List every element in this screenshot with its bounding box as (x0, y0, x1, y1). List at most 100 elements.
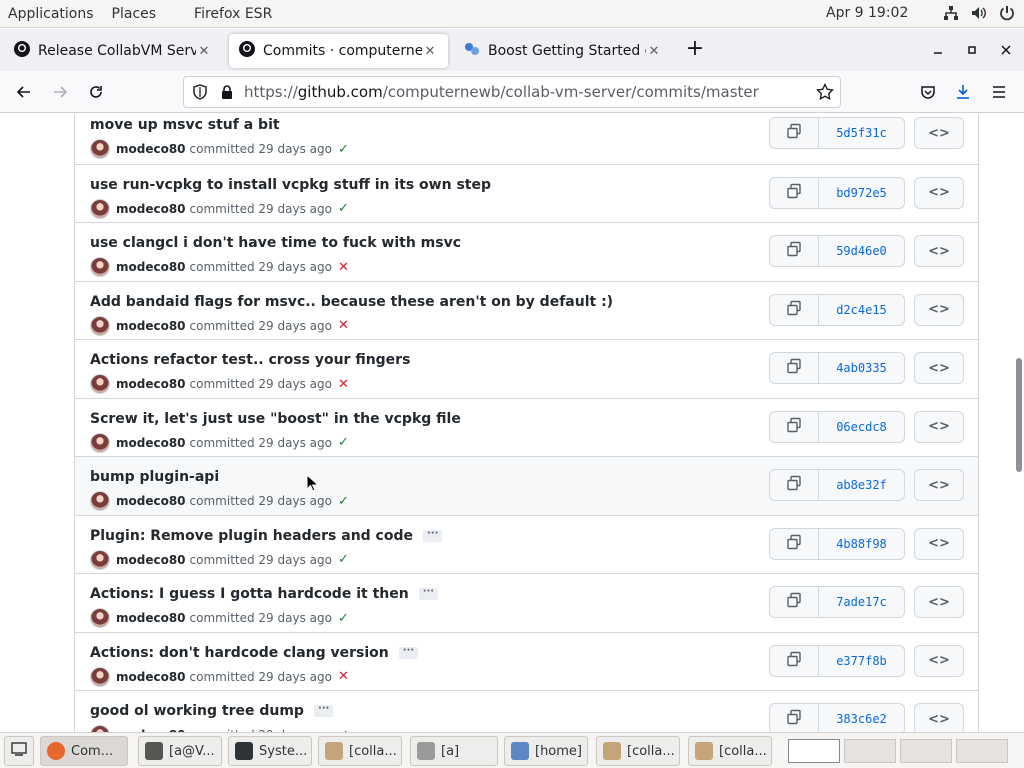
check-success-icon[interactable]: ✓ (338, 435, 349, 450)
author-link[interactable]: modeco80 (116, 553, 186, 567)
avatar[interactable] (90, 198, 110, 219)
author-link[interactable]: modeco80 (116, 611, 186, 625)
author-link[interactable]: modeco80 (116, 202, 186, 216)
taskbar-window-button[interactable]: [colla... (596, 736, 680, 766)
commit-sha-link[interactable]: e377f8b (819, 644, 905, 677)
scrollbar[interactable] (1012, 114, 1024, 732)
taskbar-window-button[interactable]: [colla... (318, 736, 402, 766)
copy-sha-button[interactable] (769, 703, 819, 732)
tab-boost-getting-started[interactable]: Boost Getting Started on ✕ (454, 34, 672, 68)
commit-sha-link[interactable]: 4b88f98 (819, 527, 905, 560)
expand-description-button[interactable]: ··· (398, 645, 419, 659)
scrollbar-thumb[interactable] (1016, 358, 1022, 472)
expand-description-button[interactable]: ··· (313, 704, 334, 717)
avatar[interactable] (90, 374, 110, 394)
maximize-window-icon[interactable] (962, 40, 982, 60)
url-text[interactable]: https://github.com/computernewb/collab-v… (244, 83, 759, 101)
commit-row[interactable]: use run-vcpkg to install vcpkg stuff in … (75, 163, 978, 222)
avatar[interactable] (90, 608, 110, 628)
commit-row[interactable]: use clangcl i don't have time to fuck wi… (75, 222, 978, 281)
commit-message-link[interactable]: use clangcl i don't have time to fuck wi… (90, 235, 461, 251)
expand-description-button[interactable]: ··· (418, 587, 439, 600)
network-icon[interactable] (942, 4, 960, 22)
bookmark-star-icon[interactable] (816, 82, 834, 105)
check-failure-icon[interactable]: ✕ (338, 669, 349, 684)
browse-repository-button[interactable]: <> (914, 117, 964, 149)
commit-sha-link[interactable]: d2c4e15 (819, 293, 905, 326)
avatar[interactable] (90, 432, 110, 453)
downloads-icon[interactable] (951, 80, 975, 104)
commit-message-link[interactable]: Actions: I guess I gotta hardcode it the… (90, 586, 409, 602)
workspace-3[interactable] (900, 739, 952, 763)
applications-menu[interactable]: Applications (0, 6, 112, 22)
copy-sha-button[interactable] (769, 117, 819, 149)
check-success-icon[interactable]: ✓ (338, 611, 349, 626)
commit-message-link[interactable]: Actions: don't hardcode clang version (90, 645, 389, 661)
taskbar-window-button[interactable]: [a] (410, 736, 498, 766)
avatar[interactable] (90, 666, 110, 687)
check-success-icon[interactable]: ✓ (338, 494, 349, 509)
check-success-icon[interactable]: ✓ (338, 142, 349, 157)
avatar[interactable] (90, 139, 110, 159)
commit-row[interactable]: Actions refactor test.. cross your finge… (75, 339, 978, 398)
close-tab-icon[interactable]: ✕ (422, 43, 438, 59)
commit-sha-link[interactable]: 7ade17c (819, 586, 905, 618)
pocket-icon[interactable] (916, 80, 940, 104)
close-tab-icon[interactable]: ✕ (196, 43, 212, 59)
system-tray[interactable] (942, 4, 1016, 22)
author-link[interactable]: modeco80 (116, 377, 186, 391)
copy-sha-button[interactable] (769, 176, 819, 209)
commit-sha-link[interactable]: 4ab0335 (819, 352, 905, 384)
check-failure-icon[interactable]: ✕ (338, 318, 349, 333)
commit-message-link[interactable]: Plugin: Remove plugin headers and code (90, 528, 413, 544)
browse-repository-button[interactable]: <> (914, 176, 964, 209)
author-link[interactable]: modeco80 (116, 436, 186, 450)
taskbar-window-button[interactable]: [colla... (688, 736, 772, 766)
commit-message-link[interactable]: Add bandaid flags for msvc.. because the… (90, 294, 613, 310)
tab-commits[interactable]: Commits · computernewb ✕ (229, 34, 448, 68)
browse-repository-button[interactable]: <> (914, 703, 964, 732)
browse-repository-button[interactable]: <> (914, 527, 964, 560)
commit-row[interactable]: good ol working tree dump ··· modeco80comm… (75, 690, 978, 732)
taskbar-window-button[interactable]: [home] (504, 736, 588, 766)
commit-message-link[interactable]: Actions refactor test.. cross your finge… (90, 352, 410, 368)
author-link[interactable]: modeco80 (116, 260, 186, 274)
commit-sha-link[interactable]: 59d46e0 (819, 235, 905, 267)
workspace-4[interactable] (956, 739, 1008, 763)
commit-row[interactable]: move up msvc stuf a bit modeco80 committed… (75, 114, 978, 164)
browse-repository-button[interactable]: <> (914, 586, 964, 618)
avatar[interactable] (90, 315, 110, 336)
places-menu[interactable]: Places (112, 6, 175, 22)
check-failure-icon[interactable]: ✕ (338, 260, 349, 275)
commit-message-link[interactable]: use run-vcpkg to install vcpkg stuff in … (90, 177, 491, 193)
avatar[interactable] (90, 257, 110, 277)
check-success-icon[interactable]: ✓ (338, 552, 349, 567)
browse-repository-button[interactable]: <> (914, 352, 964, 384)
commit-message-link[interactable]: Screw it, let's just use "boost" in the … (90, 411, 461, 427)
new-tab-button[interactable]: + (682, 37, 708, 61)
browse-repository-button[interactable]: <> (914, 235, 964, 267)
clock[interactable]: Apr 9 19:02 (826, 5, 908, 21)
minimize-window-icon[interactable] (928, 40, 948, 60)
copy-sha-button[interactable] (769, 644, 819, 677)
hamburger-menu-icon[interactable] (987, 80, 1011, 104)
volume-icon[interactable] (970, 4, 988, 22)
copy-sha-button[interactable] (769, 293, 819, 326)
commit-sha-link[interactable]: 06ecdc8 (819, 410, 905, 443)
author-link[interactable]: modeco80 (116, 670, 186, 684)
commit-message-link[interactable]: move up msvc stuf a bit (90, 117, 280, 133)
power-icon[interactable] (998, 4, 1016, 22)
avatar[interactable] (90, 549, 110, 570)
tab-release-collabvm[interactable]: Release CollabVM Server ✕ (4, 34, 222, 68)
copy-sha-button[interactable] (769, 469, 819, 501)
back-button[interactable] (12, 80, 36, 104)
avatar[interactable] (90, 725, 110, 732)
url-bar[interactable]: https://github.com/computernewb/collab-v… (183, 76, 841, 108)
tracking-protection-shield-icon[interactable] (192, 84, 208, 104)
active-app-menu[interactable]: Firefox ESR (174, 6, 290, 22)
commit-row[interactable]: Actions: don't hardcode clang version ···… (75, 631, 978, 690)
copy-sha-button[interactable] (769, 410, 819, 443)
show-desktop-button[interactable] (4, 736, 34, 766)
check-failure-icon[interactable]: ✕ (338, 377, 349, 392)
browse-repository-button[interactable]: <> (914, 644, 964, 677)
